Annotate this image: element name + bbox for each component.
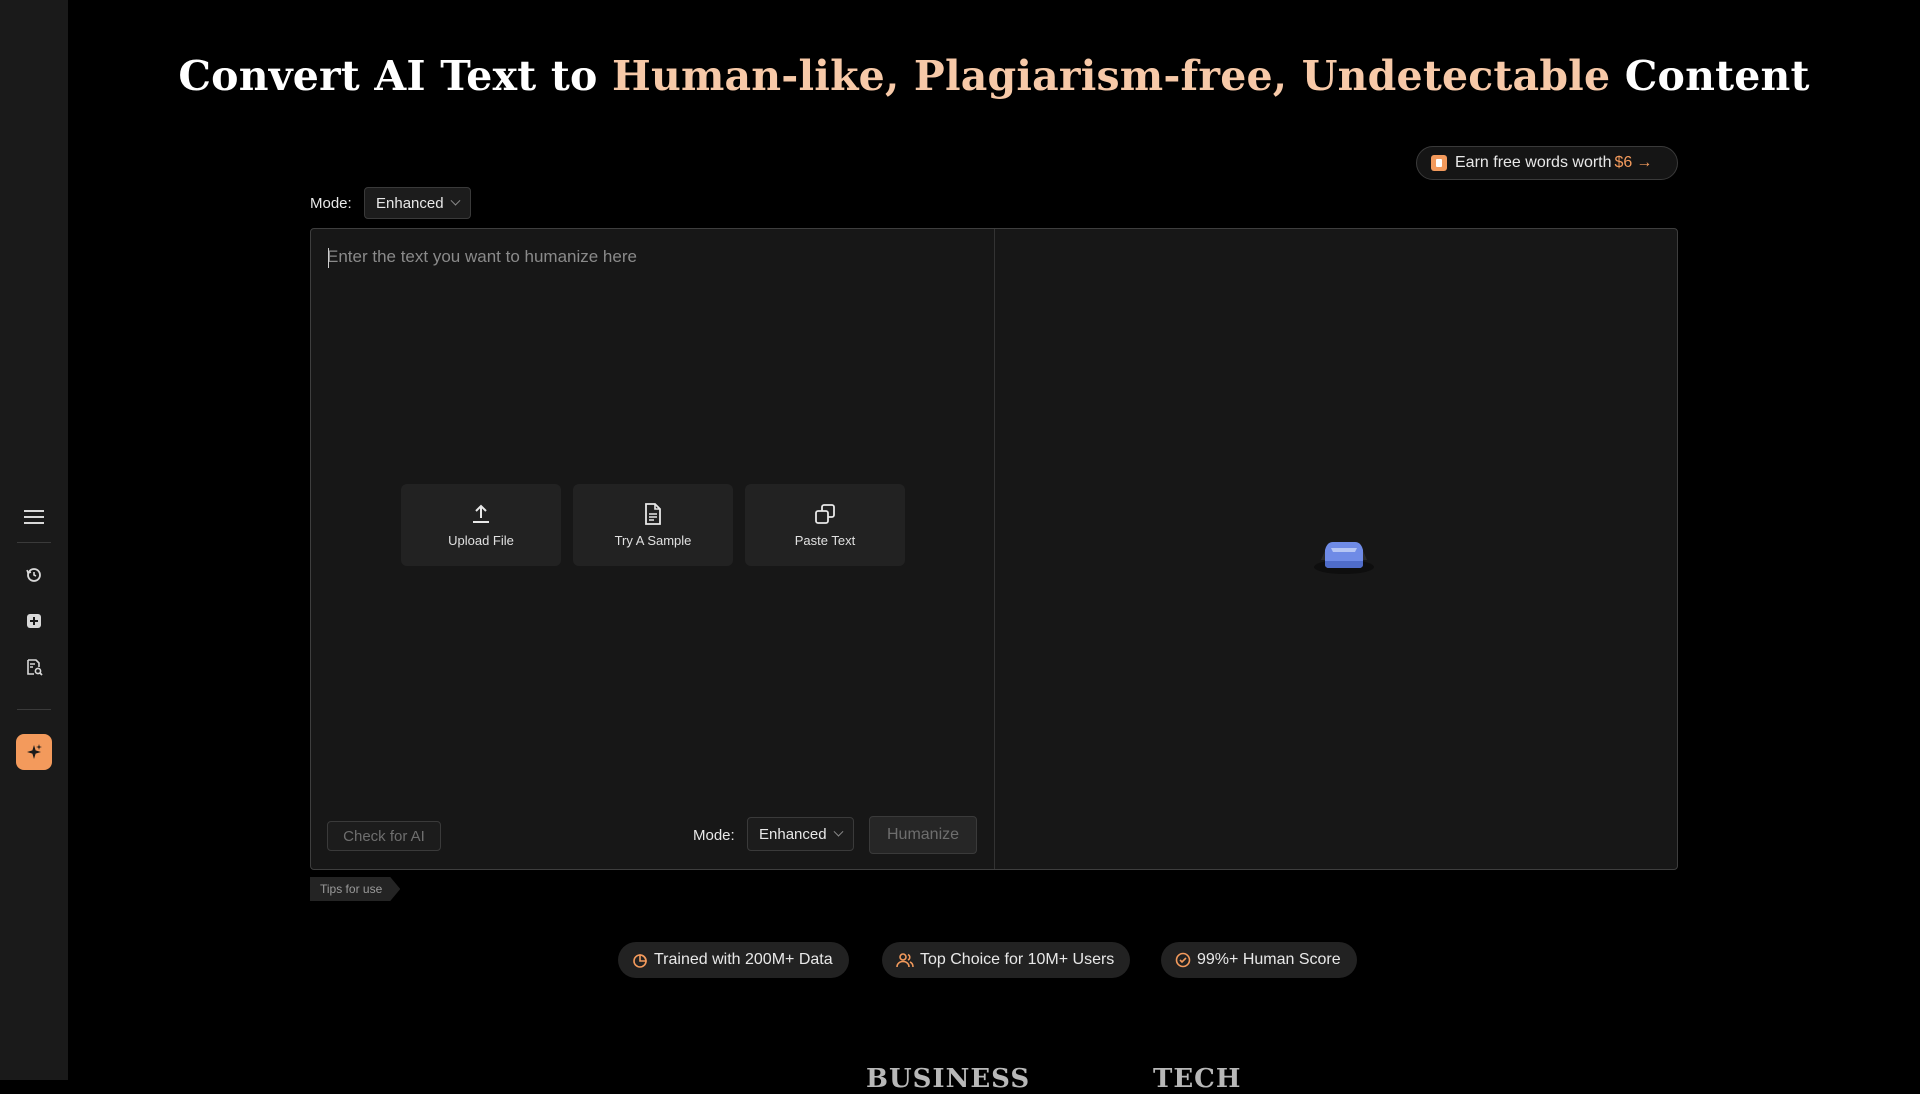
earn-free-words-button[interactable]: Earn free words worth $6 → [1416, 146, 1678, 180]
chevron-down-icon [450, 195, 461, 206]
badge-top-choice: Top Choice for 10M+ Users [882, 942, 1131, 978]
sidebar-divider [17, 709, 51, 710]
check-for-ai-button[interactable]: Check for AI [327, 821, 441, 851]
chevron-down-icon [833, 826, 844, 837]
upload-icon [473, 504, 489, 523]
add-square-icon[interactable] [16, 603, 52, 639]
document-icon [645, 502, 661, 525]
title-highlight: Human-like, Plagiarism-free, Undetectabl… [612, 52, 1611, 100]
sidebar [0, 0, 68, 1080]
title-part1: Convert AI Text to [178, 52, 612, 100]
try-sample-button[interactable]: Try A Sample [573, 484, 733, 566]
sparkle-icon[interactable] [16, 734, 52, 770]
copy-icon [815, 503, 835, 524]
badge-label: 99%+ Human Score [1197, 951, 1341, 968]
mode-select-top[interactable]: Enhanced [364, 187, 471, 219]
humanize-button[interactable]: Humanize [869, 816, 977, 854]
upload-file-label: Upload File [448, 532, 514, 548]
earn-amount: $6 [1614, 154, 1633, 171]
mode-label-bottom: Mode: [693, 827, 735, 844]
mode-select-bottom[interactable]: Enhanced [747, 817, 854, 851]
history-icon[interactable] [16, 557, 52, 593]
editor-divider [994, 229, 995, 869]
empty-state-illustration [1311, 534, 1377, 581]
badge-label: Top Choice for 10M+ Users [920, 951, 1115, 968]
paste-text-button[interactable]: Paste Text [745, 484, 905, 566]
mode-select-value: Enhanced [376, 194, 444, 212]
title-part2: Content [1610, 52, 1810, 100]
mode-label: Mode: [310, 195, 352, 212]
gift-icon [1431, 155, 1447, 171]
earn-label: Earn free words worth [1455, 154, 1612, 171]
paste-text-label: Paste Text [794, 532, 856, 548]
badge-human-score: 99%+ Human Score [1161, 942, 1357, 978]
mode-select-bottom-value: Enhanced [759, 825, 827, 843]
upload-file-button[interactable]: Upload File [401, 484, 561, 566]
editor-panel: Upload File Try A Sample Paste Text Chec… [310, 228, 1678, 870]
sidebar-divider [17, 542, 51, 543]
page-title: Convert AI Text to Human-like, Plagiaris… [68, 52, 1920, 100]
logo-tech: TECH [1153, 1064, 1242, 1094]
logo-business: BUSINESS [866, 1064, 1031, 1094]
users-icon [896, 953, 914, 968]
try-sample-label: Try A Sample [614, 532, 692, 548]
text-caret [328, 248, 329, 268]
badge-label: Trained with 200M+ Data [654, 951, 833, 968]
badge-trained-data: Trained with 200M+ Data [618, 942, 849, 978]
tips-for-use-tab[interactable]: Tips for use [310, 877, 400, 901]
check-circle-icon [1175, 952, 1191, 968]
chart-icon [633, 954, 647, 968]
document-search-icon[interactable] [16, 649, 52, 685]
menu-icon[interactable] [16, 499, 52, 535]
arrow-right-icon: → [1636, 154, 1653, 171]
